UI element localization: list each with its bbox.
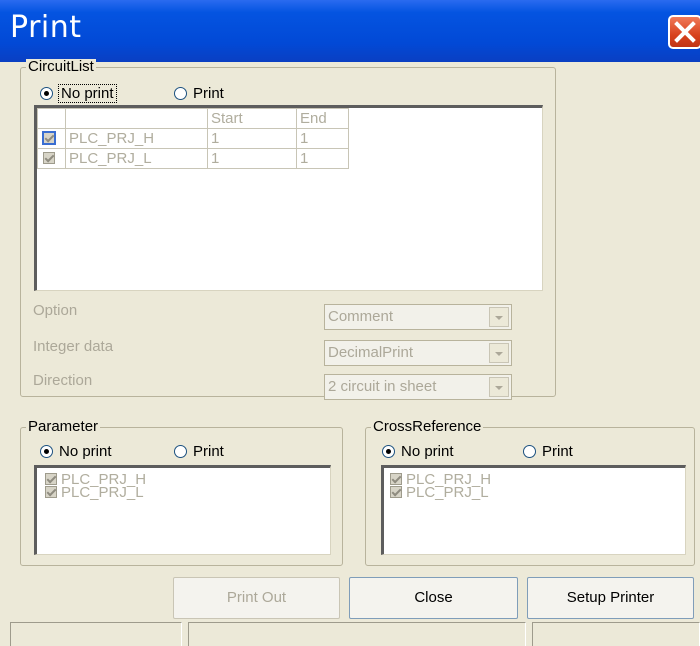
setup-printer-button[interactable]: Setup Printer [527, 577, 694, 619]
row-end[interactable]: 1 [296, 148, 349, 169]
row-name: PLC_PRJ_H [65, 128, 208, 149]
table-row[interactable]: PLC_PRJ_L 1 1 [37, 148, 349, 169]
table-row[interactable]: PLC_PRJ_H 1 1 [37, 128, 349, 149]
row-end[interactable]: 1 [296, 128, 349, 149]
crossreference-print-radio[interactable]: Print [523, 443, 573, 460]
column-header-end: End [296, 108, 349, 129]
crossreference-legend: CrossReference [371, 418, 484, 435]
row-start[interactable]: 1 [207, 148, 297, 169]
row-checkbox-cell[interactable] [37, 128, 66, 149]
row-name: PLC_PRJ_L [65, 148, 208, 169]
chevron-down-icon[interactable] [489, 343, 509, 363]
table-corner [37, 108, 66, 129]
integer-data-dropdown[interactable]: DecimalPrint [324, 340, 512, 366]
direction-label: Direction [33, 372, 93, 389]
radio-label: No print [59, 443, 112, 460]
table-header-row: Start End [37, 108, 349, 129]
list-item[interactable]: PLC_PRJ_L [45, 484, 144, 501]
option-value: Comment [328, 308, 394, 325]
item-checkbox[interactable] [390, 486, 402, 498]
parameter-print-radio[interactable]: Print [174, 443, 224, 460]
radio-label: Print [542, 443, 573, 460]
option-dropdown[interactable]: Comment [324, 304, 512, 330]
circuitlist-legend: CircuitList [26, 58, 96, 75]
status-bar-segment [532, 622, 700, 646]
radio-indicator[interactable] [174, 445, 187, 458]
circuitlist-print-radio[interactable]: Print [174, 85, 224, 102]
column-header-start: Start [207, 108, 297, 129]
parameter-legend: Parameter [26, 418, 101, 435]
status-bar-segment [188, 622, 526, 646]
circuitlist-no-print-radio[interactable]: No print [40, 84, 117, 103]
circuitlist-group: CircuitList No print Print Start End PLC… [20, 59, 556, 400]
close-button[interactable]: Close [349, 577, 518, 619]
radio-label: Print [193, 85, 224, 102]
chevron-down-icon[interactable] [489, 377, 509, 397]
parameter-group: Parameter No print Print PLC_PRJ_H PLC_P… [20, 419, 343, 566]
parameter-no-print-radio[interactable]: No print [40, 443, 112, 460]
close-window-button[interactable] [668, 15, 700, 49]
row-start[interactable]: 1 [207, 128, 297, 149]
option-label: Option [33, 302, 78, 319]
radio-indicator[interactable] [40, 87, 53, 100]
row-checkbox[interactable] [42, 131, 56, 145]
crossreference-list[interactable]: PLC_PRJ_H PLC_PRJ_L [381, 465, 686, 555]
column-header-name [65, 108, 208, 129]
integer-data-label: Integer data [33, 338, 114, 355]
item-checkbox[interactable] [45, 486, 57, 498]
radio-label: Print [193, 443, 224, 460]
parameter-list[interactable]: PLC_PRJ_H PLC_PRJ_L [34, 465, 331, 555]
window-title: Print [10, 10, 82, 45]
item-label: PLC_PRJ_L [61, 484, 144, 501]
integer-data-value: DecimalPrint [328, 344, 414, 361]
row-checkbox[interactable] [43, 152, 55, 164]
item-checkbox[interactable] [45, 473, 57, 485]
radio-indicator[interactable] [174, 87, 187, 100]
radio-label: No print [401, 443, 454, 460]
close-icon [674, 21, 696, 43]
print-out-button[interactable]: Print Out [173, 577, 340, 619]
row-checkbox-cell[interactable] [37, 148, 66, 169]
radio-indicator[interactable] [523, 445, 536, 458]
item-label: PLC_PRJ_L [406, 484, 489, 501]
direction-dropdown[interactable]: 2 circuit in sheet [324, 374, 512, 400]
direction-value: 2 circuit in sheet [328, 378, 437, 395]
chevron-down-icon[interactable] [489, 307, 509, 327]
title-bar[interactable]: Print [0, 0, 700, 62]
circuit-grid[interactable]: Start End PLC_PRJ_H 1 1 PLC_PRJ_L 1 1 [34, 105, 543, 291]
crossreference-group: CrossReference No print Print PLC_PRJ_H … [365, 419, 695, 566]
radio-label: No print [58, 84, 117, 103]
crossreference-no-print-radio[interactable]: No print [382, 443, 454, 460]
circuit-table: Start End PLC_PRJ_H 1 1 PLC_PRJ_L 1 1 [37, 108, 349, 169]
list-item[interactable]: PLC_PRJ_L [390, 484, 489, 501]
item-checkbox[interactable] [390, 473, 402, 485]
radio-indicator[interactable] [382, 445, 395, 458]
radio-indicator[interactable] [40, 445, 53, 458]
status-bar-segment [10, 622, 182, 646]
